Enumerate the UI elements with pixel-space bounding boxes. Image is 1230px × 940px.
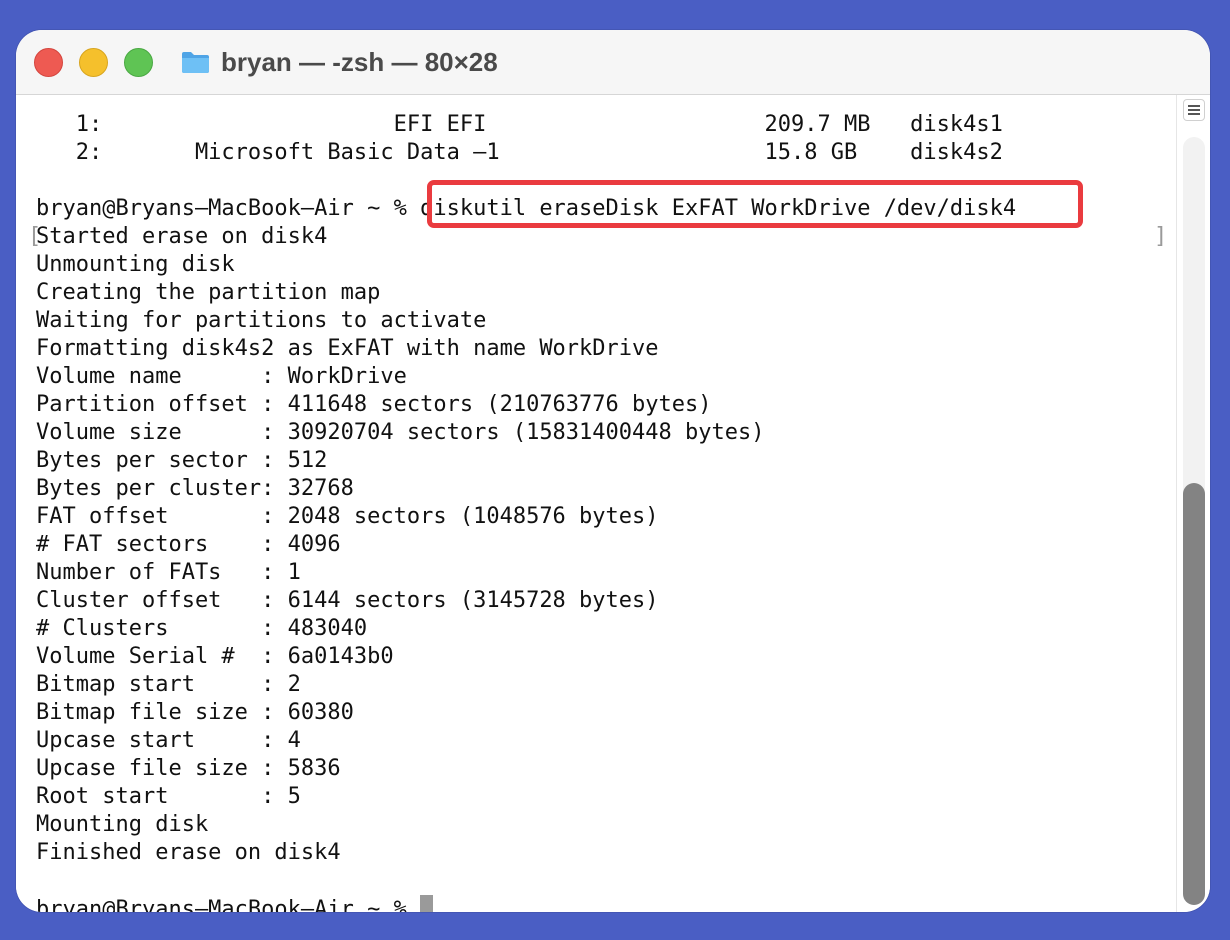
terminal-line: Bitmap file size : 60380 — [36, 700, 354, 725]
terminal-line: Started erase on disk4 — [36, 224, 328, 249]
maximize-button[interactable] — [124, 48, 153, 77]
text-cursor — [420, 895, 434, 912]
terminal-line: Partition offset : 411648 sectors (21076… — [36, 392, 712, 417]
terminal-line: Finished erase on disk4 — [36, 840, 341, 865]
window-title: bryan — -zsh — 80×28 — [221, 47, 498, 77]
terminal-line: Volume Serial # : 6a0143b0 — [36, 644, 394, 669]
terminal-line: Mounting disk — [36, 812, 209, 837]
mark-open-bracket: [ — [28, 224, 42, 249]
terminal-line: FAT offset : 2048 sectors (1048576 bytes… — [36, 504, 659, 529]
terminal-line: Unmounting disk — [36, 252, 235, 277]
terminal-line: Upcase file size : 5836 — [36, 756, 341, 781]
terminal-line: Bytes per sector : 512 — [36, 448, 328, 473]
terminal-line: 1: EFI EFI 209.7 MB disk4s1 — [36, 112, 1003, 137]
terminal-line: Bitmap start : 2 — [36, 672, 301, 697]
command-highlight-box — [427, 180, 1083, 228]
prompt-text: bryan@Bryans–MacBook–Air ~ % — [36, 897, 421, 912]
scroll-thumb[interactable] — [1183, 483, 1205, 905]
terminal-line: Waiting for partitions to activate — [36, 308, 487, 333]
terminal-line: # Clusters : 483040 — [36, 616, 368, 641]
terminal-line: Creating the partition map — [36, 280, 381, 305]
menu-icon[interactable] — [1183, 99, 1205, 121]
terminal-output[interactable]: 1: EFI EFI 209.7 MB disk4s1 2: Microsoft… — [16, 95, 1176, 912]
terminal-line: 2: Microsoft Basic Data –1 15.8 GB disk4… — [36, 140, 1003, 165]
terminal-line: Volume name : WorkDrive — [36, 364, 407, 389]
terminal-line: Volume size : 30920704 sectors (15831400… — [36, 420, 765, 445]
terminal-line: Number of FATs : 1 — [36, 560, 301, 585]
title-bar[interactable]: bryan — -zsh — 80×28 — [16, 30, 1210, 95]
terminal-line: Bytes per cluster: 32768 — [36, 476, 354, 501]
scroll-track[interactable] — [1183, 137, 1205, 905]
vertical-scrollbar[interactable] — [1176, 95, 1210, 912]
terminal-line: # FAT sectors : 4096 — [36, 532, 341, 557]
minimize-button[interactable] — [79, 48, 108, 77]
terminal-window: bryan — -zsh — 80×28 1: EFI EFI 209.7 MB… — [16, 30, 1210, 912]
close-button[interactable] — [34, 48, 63, 77]
prompt-line[interactable]: bryan@Bryans–MacBook–Air ~ % — [36, 895, 434, 912]
terminal-line: Cluster offset : 6144 sectors (3145728 b… — [36, 588, 659, 613]
terminal-line: Formatting disk4s2 as ExFAT with name Wo… — [36, 336, 659, 361]
terminal-line: Upcase start : 4 — [36, 728, 301, 753]
mark-close-bracket: ] — [1154, 224, 1168, 249]
folder-icon — [182, 52, 209, 73]
terminal-line: Root start : 5 — [36, 784, 301, 809]
